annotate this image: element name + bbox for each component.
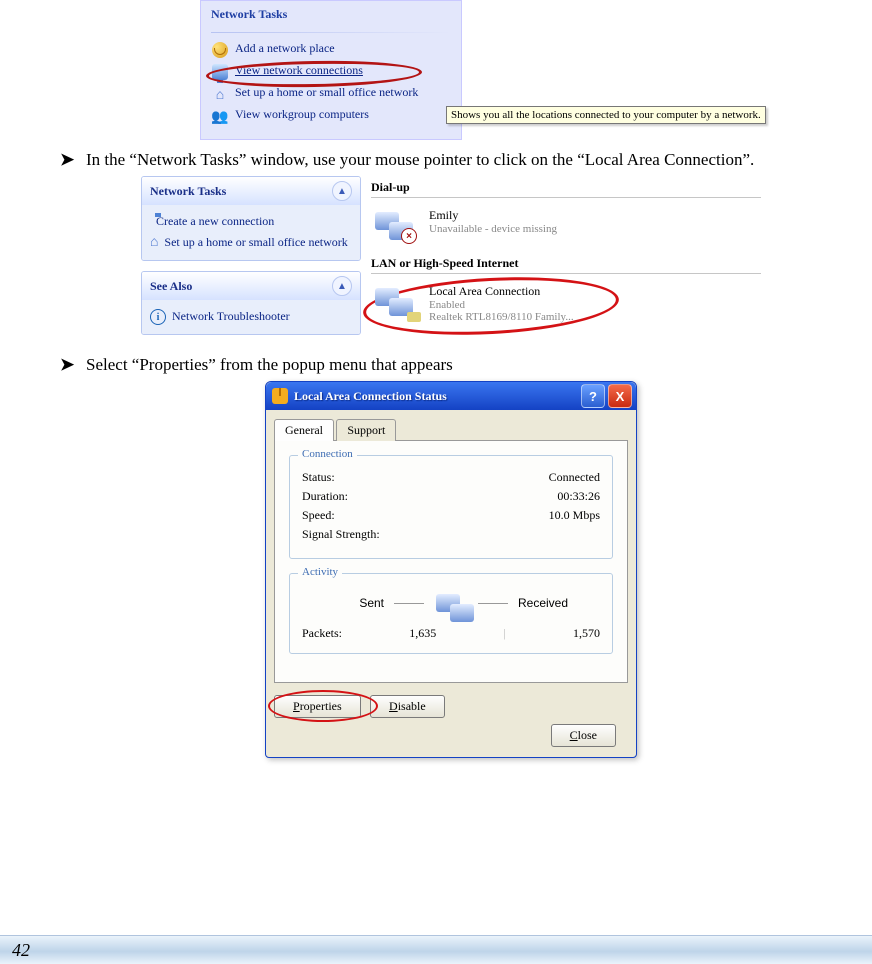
page-footer: 42: [0, 935, 872, 964]
network-tasks-panel-2: Network Tasks ▲ Create a new connection⌂…: [141, 176, 361, 261]
task-link[interactable]: 👥View workgroup computers: [211, 105, 451, 127]
packets-received-value: 1,570: [573, 626, 600, 641]
received-label: Received: [518, 596, 598, 610]
packets-label: Packets:: [302, 626, 342, 641]
bullet-arrow-icon: ➤: [60, 355, 86, 375]
activity-group: Activity Sent Received Packets: 1,635 |: [289, 573, 613, 654]
status-label: Status:: [302, 470, 335, 485]
panel-heading: Network Tasks: [150, 184, 226, 199]
tab-support[interactable]: Support: [336, 419, 396, 441]
highlight-ellipse: Properties: [274, 695, 367, 718]
network-connections-window: Network Tasks ▲ Create a new connection⌂…: [141, 176, 761, 345]
globe-icon: [212, 42, 228, 58]
instruction-bullet-2: ➤ Select “Properties” from the popup men…: [60, 355, 842, 375]
packets-sent-value: 1,635: [409, 626, 436, 641]
tooltip: Shows you all the locations connected to…: [446, 106, 766, 124]
collapse-icon[interactable]: ▲: [332, 181, 352, 201]
lan-status-dialog: Local Area Connection Status ? X General…: [265, 381, 637, 758]
task-link[interactable]: View network connections: [211, 61, 451, 83]
connection-status: Unavailable - device missing: [429, 223, 557, 235]
close-button[interactable]: X: [608, 384, 632, 408]
signal-label: Signal Strength:: [302, 527, 380, 542]
network-icon: [212, 64, 228, 80]
panel-heading: See Also: [150, 279, 192, 294]
bullet-arrow-icon: ➤: [60, 150, 86, 170]
tab-general[interactable]: General: [274, 419, 334, 441]
disable-button[interactable]: Disable: [370, 695, 445, 718]
duration-value: 00:33:26: [557, 489, 600, 504]
instruction-bullet-1: ➤ In the “Network Tasks” window, use you…: [60, 150, 842, 170]
network-tasks-panel-1: Network Tasks Add a network placeView ne…: [200, 0, 462, 140]
connection-group: Connection Status:Connected Duration:00:…: [289, 455, 613, 559]
task-link[interactable]: Create a new connection: [150, 211, 352, 232]
plug-icon: [407, 312, 421, 322]
status-value: Connected: [549, 470, 600, 485]
activity-icon: [434, 590, 468, 616]
help-button[interactable]: ?: [581, 384, 605, 408]
collapse-icon[interactable]: ▲: [332, 276, 352, 296]
task-link[interactable]: ⌂Set up a home or small office network: [150, 232, 352, 254]
connection-device: Realtek RTL8169/8110 Family...: [429, 311, 574, 323]
connection-status: Enabled: [429, 299, 574, 311]
connection-name: Local Area Connection: [429, 284, 574, 299]
properties-button[interactable]: Properties: [274, 695, 361, 718]
info-icon: i: [150, 309, 166, 325]
speed-label: Speed:: [302, 508, 335, 523]
page-number: 42: [12, 940, 30, 961]
duration-label: Duration:: [302, 489, 348, 504]
window-title: Local Area Connection Status: [294, 389, 578, 404]
group-lan: LAN or High-Speed Internet: [371, 256, 761, 274]
task-link[interactable]: Add a network place: [211, 39, 451, 61]
speed-value: 10.0 Mbps: [549, 508, 600, 523]
group-icon: 👥: [211, 108, 228, 125]
home-icon: ⌂: [150, 235, 158, 250]
group-dialup: Dial-up: [371, 180, 761, 198]
title-bar: Local Area Connection Status ? X: [266, 382, 636, 410]
close-dialog-button[interactable]: Close: [551, 724, 616, 747]
connection-lan[interactable]: Local Area Connection Enabled Realtek RT…: [371, 278, 761, 329]
home-icon: ⌂: [216, 86, 224, 102]
error-x-icon: ×: [401, 228, 417, 244]
see-also-panel: See Also ▲ iNetwork Troubleshooter: [141, 271, 361, 335]
task-link[interactable]: ⌂Set up a home or small office network: [211, 83, 451, 105]
connection-name: Emily: [429, 208, 557, 223]
connection-emily[interactable]: × Emily Unavailable - device missing: [371, 202, 761, 252]
panel-heading: Network Tasks: [201, 1, 461, 32]
task-link[interactable]: iNetwork Troubleshooter: [150, 306, 352, 328]
sent-label: Sent: [304, 596, 384, 610]
window-icon: [272, 388, 288, 404]
